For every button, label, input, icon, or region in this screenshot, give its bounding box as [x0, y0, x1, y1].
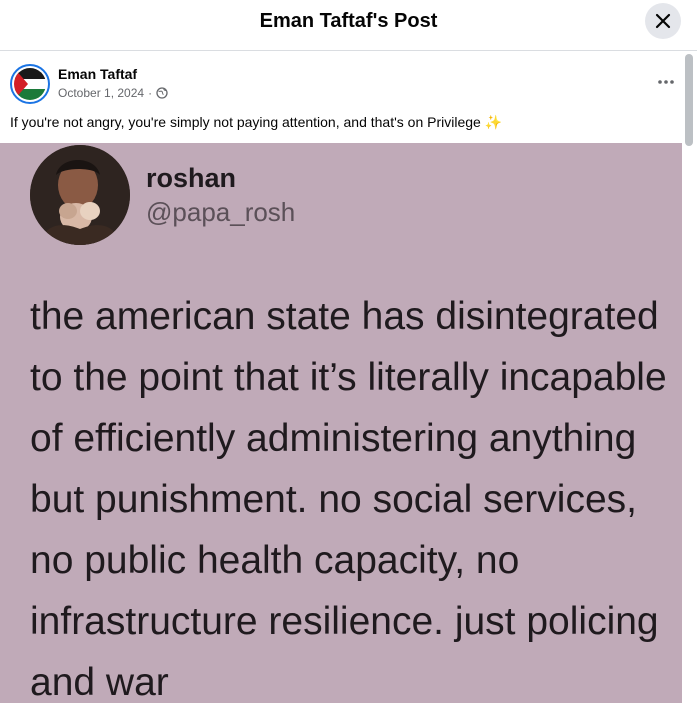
tweet-line: the american state has disintegrated	[30, 295, 659, 338]
tweet-line: of efficiently administering anything	[30, 417, 637, 460]
close-button[interactable]	[645, 3, 681, 39]
meta-separator: ·	[148, 86, 153, 100]
dialog-title: Eman Taftaf's Post	[259, 10, 438, 32]
scrollbar-thumb[interactable]	[685, 54, 693, 146]
post: Eman Taftaf October 1, 2024 · If you're …	[0, 52, 682, 703]
scrollbar[interactable]	[682, 52, 697, 703]
caption-text: If you're not angry, you're simply not p…	[10, 114, 481, 130]
tweet-avatar	[30, 145, 130, 245]
tweet-line: no public health capacity, no	[30, 539, 520, 582]
tweet-handle: @papa_rosh	[146, 197, 296, 227]
tweet-line: but punishment. no social services,	[30, 478, 637, 521]
close-icon	[655, 13, 671, 29]
post-date[interactable]: October 1, 2024	[58, 86, 144, 100]
post-caption: If you're not angry, you're simply not p…	[10, 114, 502, 131]
tweet-text: the american state has disintegrated to …	[30, 286, 682, 703]
author-name[interactable]: Eman Taftaf	[58, 66, 137, 82]
tweet-line: to the point that it’s literally incapab…	[30, 356, 667, 399]
more-options-button[interactable]	[652, 68, 680, 96]
globe-icon[interactable]	[156, 87, 168, 99]
author-avatar[interactable]	[10, 64, 50, 104]
flag-image	[14, 68, 46, 100]
sparkles-emoji: ✨	[484, 114, 503, 130]
post-meta: October 1, 2024 ·	[58, 86, 168, 100]
tweet-display-name: roshan	[146, 163, 237, 193]
more-horizontal-icon	[658, 80, 674, 84]
tweet-line: infrastructure resilience. just policing	[30, 600, 659, 643]
post-image[interactable]: roshan @papa_rosh the american state has…	[0, 143, 682, 703]
tweet-line: and war	[30, 661, 169, 703]
dialog-header: Eman Taftaf's Post	[0, 0, 697, 51]
